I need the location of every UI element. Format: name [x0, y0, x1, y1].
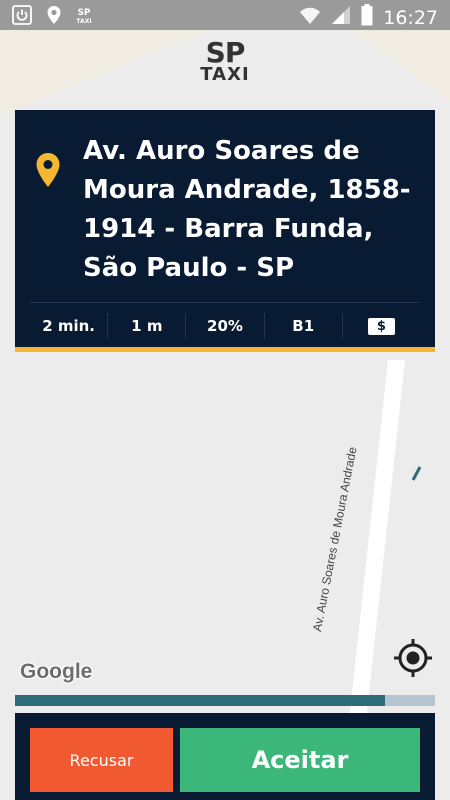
- ride-stats: 2 min. 1 m 20% B1 $: [30, 313, 420, 339]
- location-pin-icon: [35, 152, 61, 193]
- ride-request-card: Av. Auro Soares de Moura Andrade, 1858-1…: [15, 110, 435, 352]
- countdown-progress: [15, 695, 435, 706]
- distance-stat: 1 m: [108, 313, 187, 339]
- crosshair-icon: [394, 639, 432, 677]
- logo-taxi: TAXI: [200, 64, 250, 85]
- status-bar: SP TAXI 16:27: [0, 0, 450, 30]
- accept-button[interactable]: Aceitar: [180, 728, 420, 792]
- svg-text:TAXI: TAXI: [76, 18, 91, 25]
- my-location-button[interactable]: [393, 638, 433, 683]
- signal-icon: [331, 5, 351, 30]
- payment-stat: $: [343, 313, 420, 339]
- cash-icon: $: [367, 317, 395, 335]
- location-pin-icon: [46, 5, 62, 30]
- svg-text:SP: SP: [77, 8, 90, 18]
- action-bar: Recusar Aceitar: [15, 713, 435, 800]
- sp-taxi-icon: SP TAXI: [76, 5, 92, 30]
- wifi-icon: [299, 5, 321, 30]
- logo-sp: SP: [205, 36, 246, 69]
- google-attribution: Google: [20, 660, 93, 683]
- pickup-address: Av. Auro Soares de Moura Andrade, 1858-1…: [83, 136, 411, 283]
- card-divider: [30, 302, 420, 303]
- progress-fill: [15, 695, 385, 706]
- clock-time: 16:27: [383, 6, 438, 29]
- eta-stat: 2 min.: [30, 313, 109, 339]
- percent-stat: 20%: [186, 313, 265, 339]
- category-stat: B1: [265, 313, 343, 339]
- battery-icon: [361, 4, 373, 31]
- sp-taxi-logo: SP TAXI: [0, 36, 450, 85]
- power-icon: [12, 5, 32, 30]
- reject-button[interactable]: Recusar: [30, 728, 173, 792]
